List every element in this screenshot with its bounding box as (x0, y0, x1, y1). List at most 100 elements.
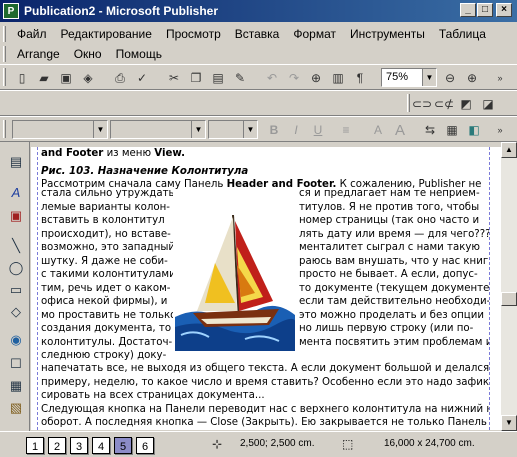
maximize-button[interactable]: □ (477, 3, 493, 17)
italic-icon[interactable]: I (286, 120, 306, 140)
text-line: менталитет сыграл с нами такую (299, 242, 480, 253)
document-canvas[interactable]: and Footer из меню View. Рис. 103. Назна… (31, 147, 501, 430)
menu-item-r1-3[interactable]: Вставка (228, 27, 287, 41)
text-line: титулов. Я не против того, чтобы (299, 201, 480, 213)
chevron-down-icon: ▼ (191, 121, 205, 138)
previous-frame-icon[interactable]: ◩ (456, 94, 476, 114)
undo-icon[interactable]: ↶ (262, 68, 282, 88)
close-button[interactable]: × (496, 3, 512, 17)
open-icon[interactable]: ▰ (34, 68, 54, 88)
standard-toolbar: ▯ ▰ ▣ ◈ ⎙ ✓ ✂ ❐ ▤ ✎ ↶ ↷ ⊕ ▥ ¶ 75% ▼ ⊖ ⊕ » (0, 64, 517, 90)
text-line: происходит), но вставе- (41, 228, 171, 240)
font-size-select[interactable]: ▼ (208, 120, 258, 139)
menu-row-2: Arrange Окно Помощь (10, 44, 169, 64)
html-fragment-icon[interactable]: ▦ (6, 376, 26, 396)
toolbar-grip[interactable] (3, 68, 6, 86)
page-tab-4[interactable]: 4 (92, 437, 110, 454)
oval-icon[interactable]: ◯ (6, 258, 26, 278)
show-formatting-icon[interactable]: ¶ (350, 68, 370, 88)
zoom-select[interactable]: 75% ▼ (381, 68, 437, 87)
toolbar-grip-3[interactable] (3, 120, 6, 138)
toolbar-options-icon[interactable]: » (490, 68, 510, 88)
wordart-icon[interactable]: A (6, 182, 26, 202)
columns-icon[interactable]: ▥ (328, 68, 348, 88)
text-line: раюсь вам внушать, что у нас книг (299, 255, 489, 267)
text-line: номер страницы (так оно часто и (299, 215, 480, 226)
page-tab-3[interactable]: 3 (70, 437, 88, 454)
picture-frame-icon[interactable]: ▣ (6, 206, 26, 226)
cut-icon[interactable]: ✂ (164, 68, 184, 88)
minimize-button[interactable]: _ (460, 3, 476, 17)
new-icon[interactable]: ▯ (12, 68, 32, 88)
design-gallery-icon[interactable]: ▧ (6, 398, 26, 418)
zoom-in-icon[interactable]: ⊕ (462, 68, 482, 88)
line-style-icon[interactable]: ⇆ (420, 120, 440, 140)
print-preview-icon[interactable]: ⊕ (306, 68, 326, 88)
autoshapes-icon[interactable]: ◇ (6, 302, 26, 322)
scroll-down-icon[interactable]: ▼ (501, 415, 517, 431)
menu-grip-2[interactable] (3, 46, 6, 62)
page-tab-2[interactable]: 2 (48, 437, 66, 454)
text-line (299, 349, 489, 363)
menu-item-r1-1[interactable]: Редактирование (54, 27, 159, 41)
next-frame-icon[interactable]: ◪ (478, 94, 498, 114)
scroll-thumb[interactable] (501, 292, 517, 306)
menu-item-r2-0[interactable]: Arrange (10, 47, 67, 61)
text-line: оборот. А последняя кнопка — Close (Закр… (41, 417, 487, 428)
publisher-icon[interactable]: P (3, 3, 19, 19)
menu-item-r1-4[interactable]: Формат (286, 27, 343, 41)
font-select[interactable]: ▼ (110, 120, 206, 139)
style-select[interactable]: ▼ (12, 120, 108, 139)
3d-style-icon[interactable]: ◧ (464, 120, 484, 140)
link-icon[interactable]: ⊂⊃ (412, 94, 432, 114)
menu-grip[interactable] (3, 26, 6, 42)
menu-item-r1-2[interactable]: Просмотр (159, 27, 228, 41)
text-block-bottom: напечатать все, не выходя из общего текс… (41, 362, 489, 430)
bold-icon[interactable]: B (264, 120, 284, 140)
position-icon: ⊹ (212, 437, 223, 451)
unlink-icon[interactable]: ⊂⊄ (434, 94, 454, 114)
text-line: тим, речь идет о каком- (41, 282, 171, 294)
spelling-icon[interactable]: ✓ (132, 68, 152, 88)
sailboat-clipart[interactable] (175, 207, 295, 351)
scroll-up-icon[interactable]: ▲ (501, 142, 517, 158)
underline-icon[interactable]: U (308, 120, 328, 140)
menu-item-r2-1[interactable]: Окно (67, 47, 109, 61)
text-box-icon[interactable]: ▤ (6, 152, 26, 172)
window-title: Publication2 - Microsoft Publisher (24, 4, 219, 18)
hot-spot-icon[interactable]: ◉ (6, 330, 26, 350)
decrease-font-icon[interactable]: A (368, 120, 388, 140)
shadow-icon[interactable]: ▦ (442, 120, 462, 140)
page-tab-5[interactable]: 5 (114, 437, 132, 454)
save-web-icon[interactable]: ◈ (78, 68, 98, 88)
page-tab-1[interactable]: 1 (26, 437, 44, 454)
status-bar: 123456 ⊹ 2,500; 2,500 cm. ⬚ 16,000 x 24,… (0, 431, 517, 457)
menu-bar: Файл Редактирование Просмотр Вставка Формат И… (0, 24, 517, 64)
align-justify-icon[interactable]: ≡ (336, 120, 356, 140)
menu-item-r2-2[interactable]: Помощь (109, 47, 169, 61)
text-frame[interactable]: and Footer из меню View. Рис. 103. Назна… (41, 147, 489, 192)
save-icon[interactable]: ▣ (56, 68, 76, 88)
paste-icon[interactable]: ▤ (208, 68, 228, 88)
text-line: мента посвятить этим проблемам и (299, 336, 489, 348)
menu-item-r1-0[interactable]: Файл (10, 27, 54, 41)
toolbar-grip-2[interactable] (407, 94, 410, 112)
increase-font-icon[interactable]: A (390, 120, 410, 140)
text-line: с такими колонтитулами (41, 269, 173, 280)
text-run: View. (154, 148, 186, 159)
text-line: колонтитулы. Достаточ- (41, 336, 173, 348)
menu-item-r1-5[interactable]: Инструменты (343, 27, 432, 41)
size-icon: ⬚ (342, 437, 354, 451)
menu-item-r1-6[interactable]: Таблица (432, 27, 493, 41)
print-icon[interactable]: ⎙ (110, 68, 130, 88)
page-tab-6[interactable]: 6 (136, 437, 154, 454)
rectangle-icon[interactable]: ▭ (6, 280, 26, 300)
redo-icon[interactable]: ↷ (284, 68, 304, 88)
format-painter-icon[interactable]: ✎ (230, 68, 250, 88)
toolbar-options-icon-2[interactable]: » (490, 120, 510, 140)
form-control-icon[interactable]: ☐ (6, 354, 26, 374)
copy-icon[interactable]: ❐ (186, 68, 206, 88)
line-icon[interactable]: ╲ (6, 236, 26, 256)
zoom-out-icon[interactable]: ⊖ (440, 68, 460, 88)
vertical-scrollbar[interactable]: ▲ ▼ (501, 142, 517, 431)
